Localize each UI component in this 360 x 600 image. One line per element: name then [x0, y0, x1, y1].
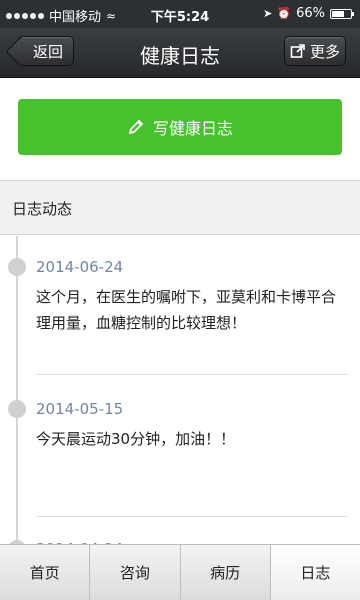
write-log-label: 写健康日志	[152, 119, 233, 138]
bottom-tab-bar: 首页 咨询 病历 日志	[0, 544, 360, 600]
tab-log[interactable]: 日志	[270, 545, 360, 600]
alarm-icon: ⏰	[277, 7, 292, 20]
section-header: 日志动态	[0, 180, 360, 235]
pencil-icon	[129, 120, 143, 134]
timeline-dot	[8, 400, 26, 418]
tab-home[interactable]: 首页	[0, 545, 91, 600]
battery-percent: 66%	[296, 6, 325, 21]
status-right: ➤ ⏰ 66%	[263, 6, 354, 21]
tab-consult[interactable]: 咨询	[90, 545, 181, 600]
log-date: 2014-05-15	[36, 400, 124, 418]
write-log-button[interactable]: 写健康日志	[18, 99, 342, 155]
location-icon: ➤	[263, 7, 273, 20]
log-timeline[interactable]: 2014-06-24 这个月，在医生的嘱咐下，亚莫利和卡博平合理用量，血糖控制的…	[0, 236, 360, 544]
more-button[interactable]: 更多	[284, 36, 346, 66]
log-text: 今天晨运动30分钟，加油！！	[36, 430, 236, 448]
back-button-label: 返回	[32, 42, 63, 61]
section-title: 日志动态	[12, 200, 73, 218]
log-date: 2014-06-24	[36, 258, 124, 276]
entry-divider	[36, 374, 348, 375]
entry-divider	[36, 516, 348, 517]
health-log-screen: 中国移动 ≈ 下午5:24 ➤ ⏰ 66% 返回 健康日志 更多 写健康日志 日…	[0, 0, 360, 600]
tab-records[interactable]: 病历	[181, 545, 271, 600]
timeline-line	[16, 236, 18, 544]
nav-bar: 返回 健康日志 更多	[0, 28, 360, 78]
timeline-dot	[8, 258, 26, 276]
more-button-label: 更多	[309, 42, 340, 61]
battery-icon	[330, 8, 354, 19]
log-text: 这个月，在医生的嘱咐下，亚莫利和卡博平合理用量，血糖控制的比较理想！	[36, 288, 337, 332]
status-bar: 中国移动 ≈ 下午5:24 ➤ ⏰ 66%	[0, 0, 360, 28]
share-icon	[290, 44, 305, 58]
